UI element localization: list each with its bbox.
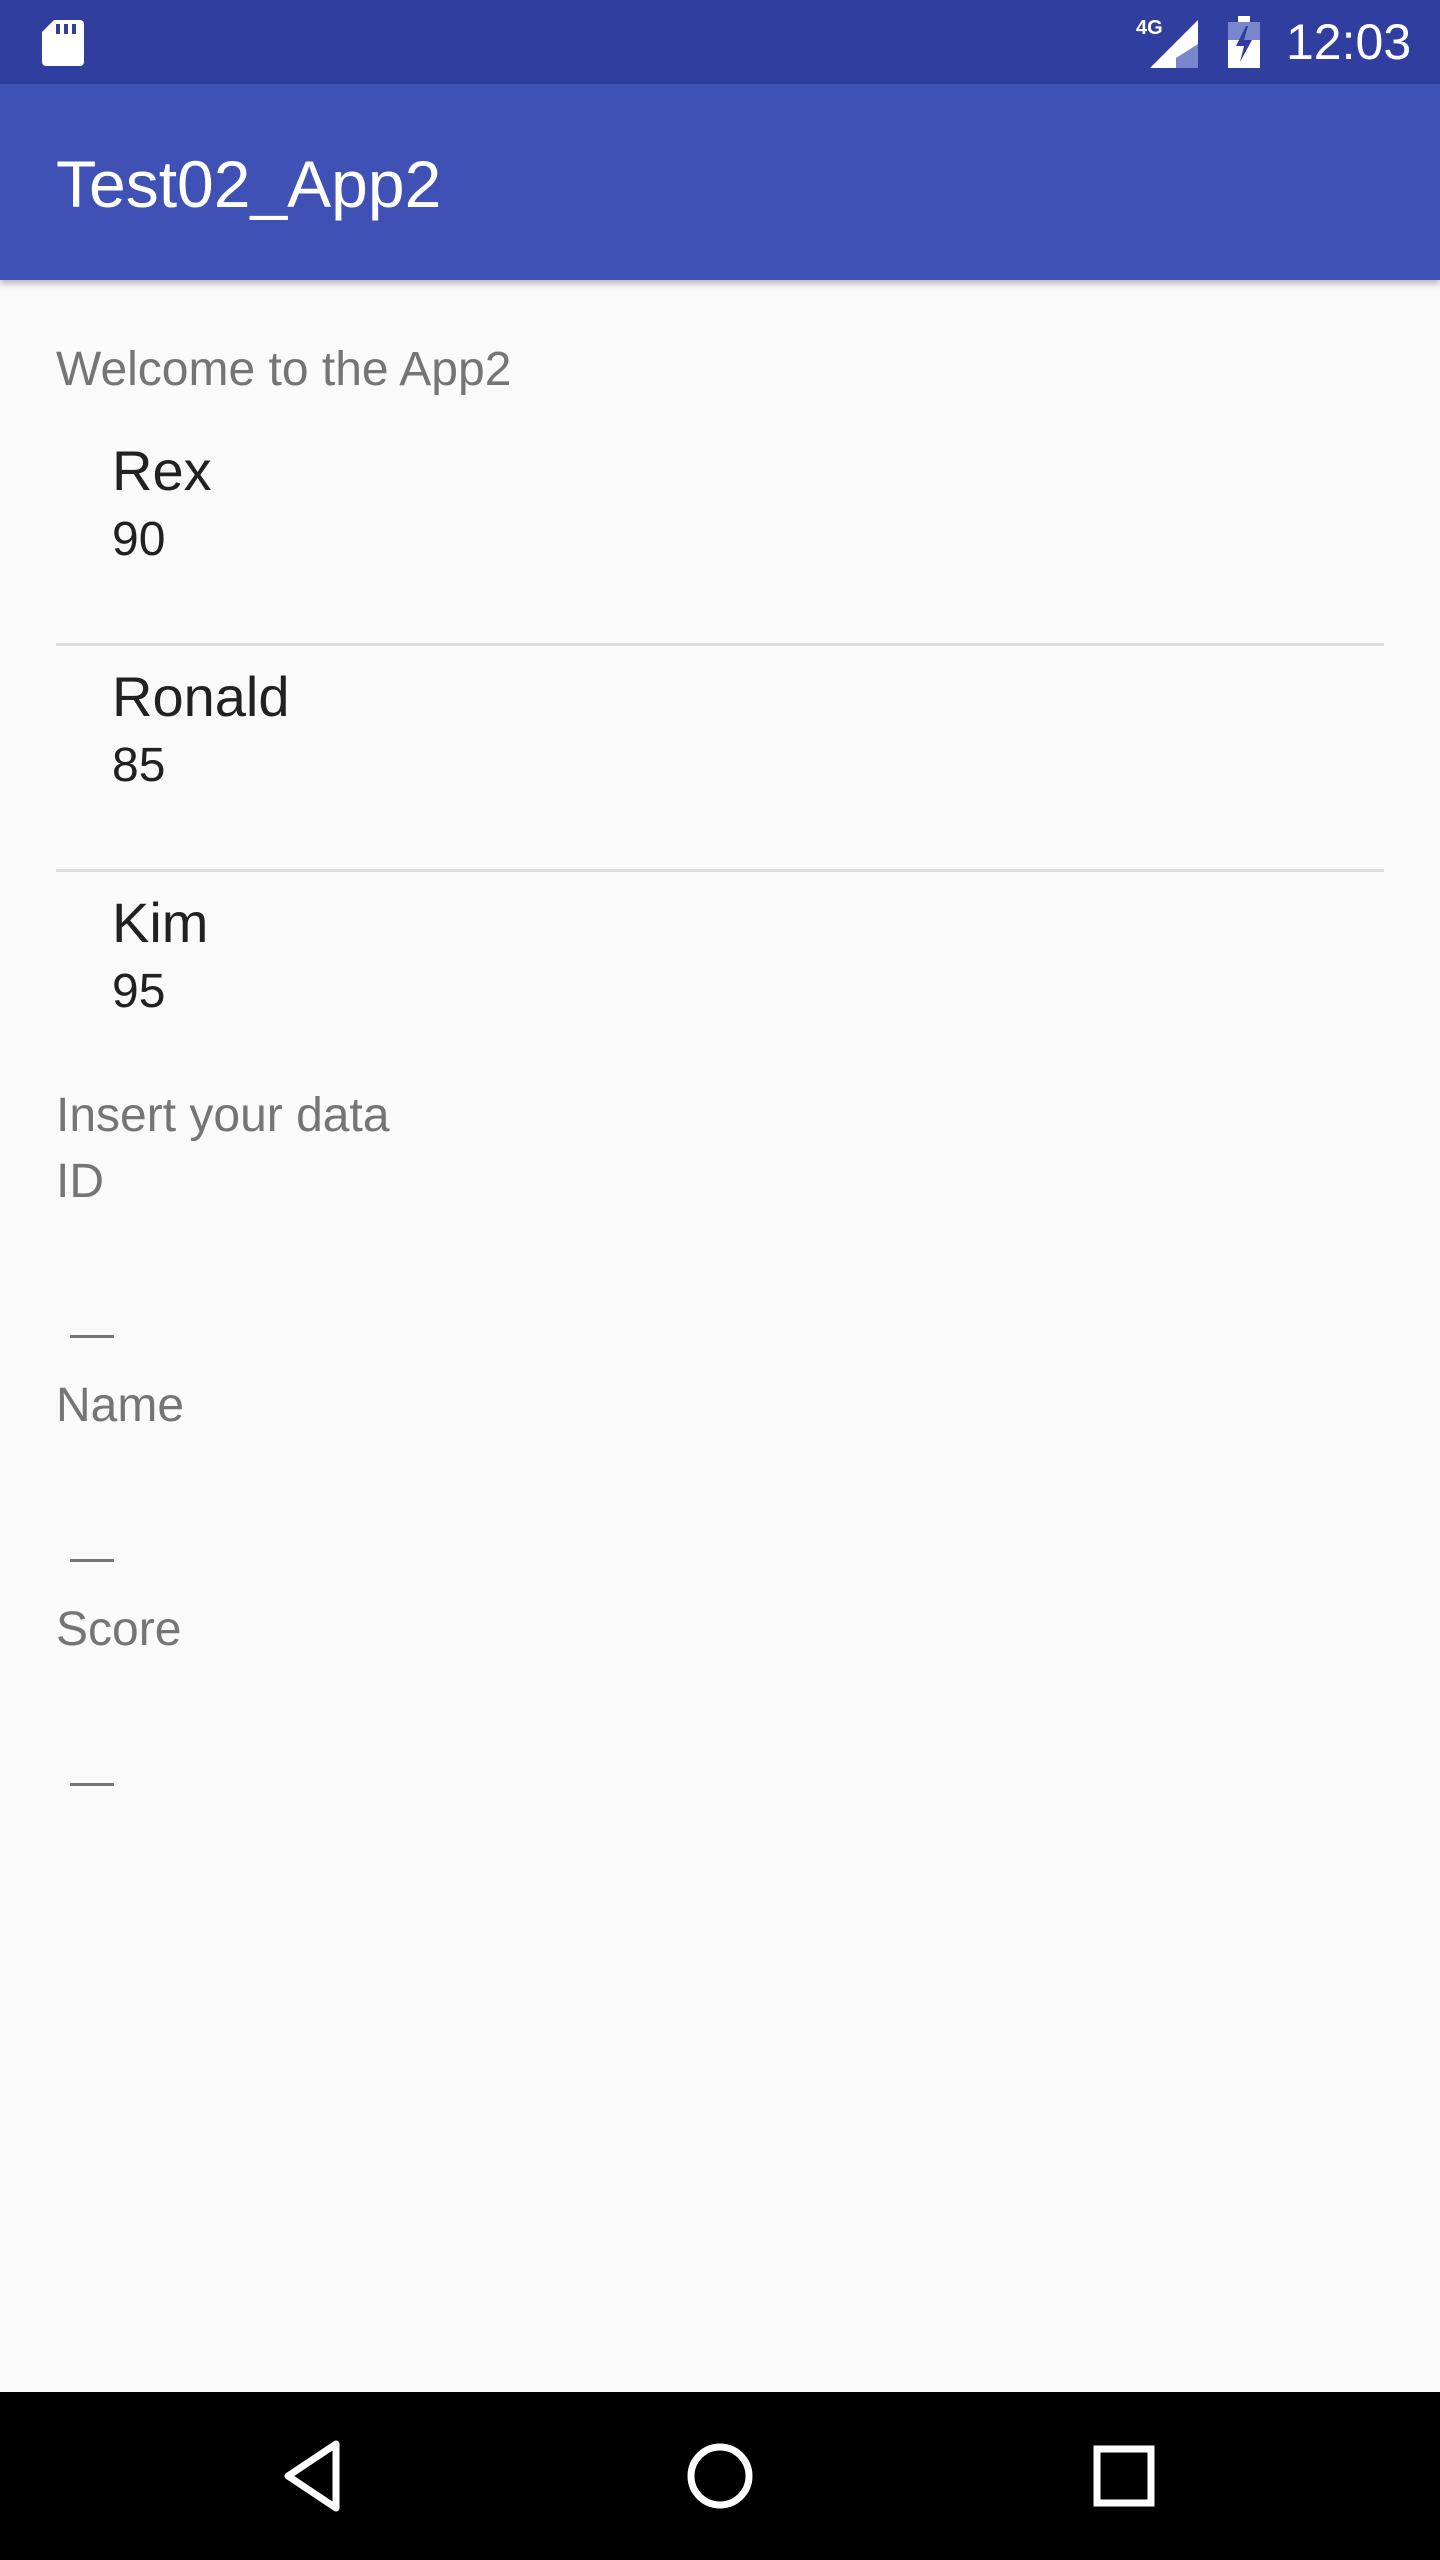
battery-icon xyxy=(1228,16,1260,68)
item-score: 85 xyxy=(112,739,166,792)
name-input[interactable] xyxy=(56,1504,136,1584)
signal-icon: 4G xyxy=(1136,17,1198,68)
form-title: Insert your data xyxy=(56,1089,390,1142)
item-score: 90 xyxy=(112,513,166,566)
status-bar: 4G 12:03 xyxy=(0,0,1440,84)
id-input-underline xyxy=(70,1335,114,1338)
id-label: ID xyxy=(56,1155,104,1208)
score-input-underline xyxy=(70,1783,114,1786)
item-name: Ronald xyxy=(112,665,290,728)
student-list: Rex 90 Ronald 85 Kim 95 xyxy=(56,420,1384,1098)
score-input[interactable] xyxy=(56,1728,136,1808)
app-title: Test02_App2 xyxy=(56,147,442,221)
name-label: Name xyxy=(56,1379,185,1432)
id-input[interactable] xyxy=(56,1280,136,1360)
recents-icon[interactable] xyxy=(1084,2436,1164,2516)
item-name: Kim xyxy=(112,891,209,954)
list-item[interactable]: Rex 90 xyxy=(56,420,1384,646)
app-bar: Test02_App2 xyxy=(0,84,1440,280)
navigation-bar xyxy=(0,2392,1440,2560)
item-score: 95 xyxy=(112,965,166,1018)
network-type: 4G xyxy=(1136,17,1163,39)
sd-card-icon xyxy=(42,20,84,66)
score-label: Score xyxy=(56,1603,182,1656)
list-item[interactable]: Kim 95 xyxy=(56,872,1384,1098)
welcome-text: Welcome to the App2 xyxy=(56,343,512,396)
list-item[interactable]: Ronald 85 xyxy=(56,646,1384,872)
name-input-underline xyxy=(70,1559,114,1562)
home-icon[interactable] xyxy=(680,2436,760,2516)
status-time: 12:03 xyxy=(1286,14,1412,70)
back-icon[interactable] xyxy=(276,2436,356,2516)
item-name: Rex xyxy=(112,439,212,502)
